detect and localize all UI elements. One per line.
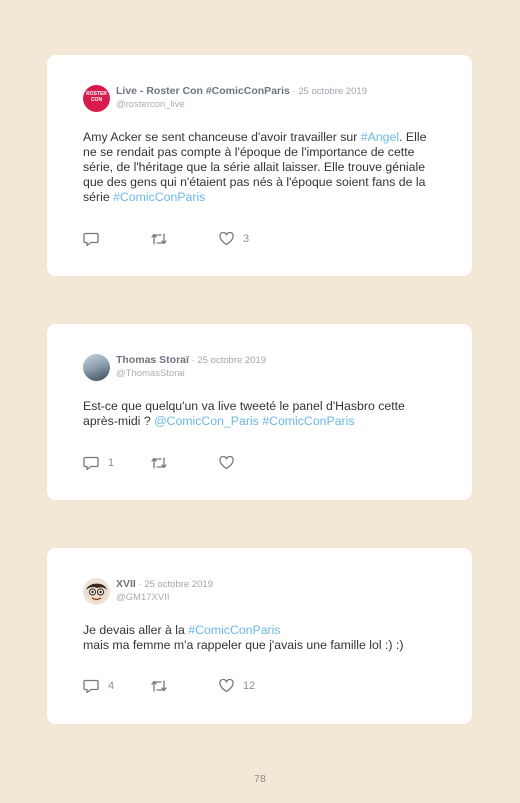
like-button[interactable] [219, 456, 243, 470]
reply-count: 1 [108, 457, 115, 469]
hashtag-link[interactable]: #ComicConParis [113, 190, 205, 204]
hashtag-link[interactable]: #ComicConParis [188, 623, 280, 637]
retweet-button[interactable] [150, 679, 168, 693]
tweet-card: Thomas Storaï · 25 octobre 2019 @ThomasS… [47, 324, 472, 500]
tweet-date[interactable]: · 25 octobre 2019 [136, 579, 212, 590]
reply-count: 4 [108, 680, 115, 692]
author-name[interactable]: Live - Roster Con #ComicConParis [116, 85, 290, 97]
like-count: 12 [243, 680, 256, 692]
tweet-actions: 3 [83, 232, 443, 248]
retweet-button[interactable] [150, 232, 168, 246]
reply-button[interactable] [83, 232, 108, 246]
mention-link[interactable]: @ComicCon_Paris [154, 414, 259, 428]
avatar[interactable] [83, 354, 110, 381]
heart-icon [219, 679, 234, 693]
reply-icon [83, 232, 99, 246]
tweet-text-segment: mais ma femme m'a rappeler que j'avais u… [83, 638, 404, 652]
page-number: 78 [254, 773, 266, 785]
tweet-date[interactable]: · 25 octobre 2019 [189, 355, 266, 366]
tweet-text: Amy Acker se sent chanceuse d'avoir trav… [83, 130, 443, 205]
author-name[interactable]: XVII [116, 578, 136, 590]
avatar-logo-text: CON [90, 97, 103, 103]
hashtag-link[interactable]: #Angel [361, 130, 399, 144]
retweet-icon [151, 680, 167, 692]
tweet-actions: 4 12 [83, 679, 443, 695]
author-handle[interactable]: @rostercon_live [116, 99, 185, 110]
reply-icon [83, 679, 99, 693]
like-count: 3 [243, 233, 250, 245]
avatar-illustration [86, 582, 107, 602]
tweet-text-segment: Je devais aller à la [83, 623, 189, 637]
tweet-text: Est-ce que quelqu'un va live tweeté le p… [83, 399, 443, 429]
tweet-text-segment: Amy Acker se sent chanceuse d'avoir trav… [83, 130, 361, 144]
avatar[interactable] [83, 578, 110, 605]
hashtag-link[interactable]: #ComicConParis [262, 414, 354, 428]
retweet-button[interactable] [150, 456, 168, 470]
reply-button[interactable]: 1 [83, 456, 114, 470]
reply-button[interactable]: 4 [83, 679, 114, 693]
tweet-card: ROSTER CON Live - Roster Con #ComicConPa… [47, 55, 472, 276]
author-name[interactable]: Thomas Storaï [116, 354, 189, 366]
like-button[interactable]: 3 [219, 232, 249, 246]
heart-icon [219, 456, 234, 470]
reply-icon [83, 456, 99, 470]
author-handle[interactable]: @GM17XVII [116, 592, 169, 603]
like-button[interactable]: 12 [219, 679, 255, 693]
author-handle[interactable]: @ThomasStorai [116, 368, 185, 379]
tweet-actions: 1 [83, 456, 443, 472]
retweet-icon [151, 233, 167, 245]
tweet-card: XVII · 25 octobre 2019 @GM17XVII Je deva… [47, 548, 472, 724]
heart-icon [219, 232, 234, 246]
tweet-date[interactable]: · 25 octobre 2019 [290, 86, 367, 97]
avatar[interactable]: ROSTER CON [83, 85, 110, 112]
retweet-icon [151, 457, 167, 469]
tweet-text: Je devais aller à la #ComicConParis mais… [83, 623, 443, 653]
